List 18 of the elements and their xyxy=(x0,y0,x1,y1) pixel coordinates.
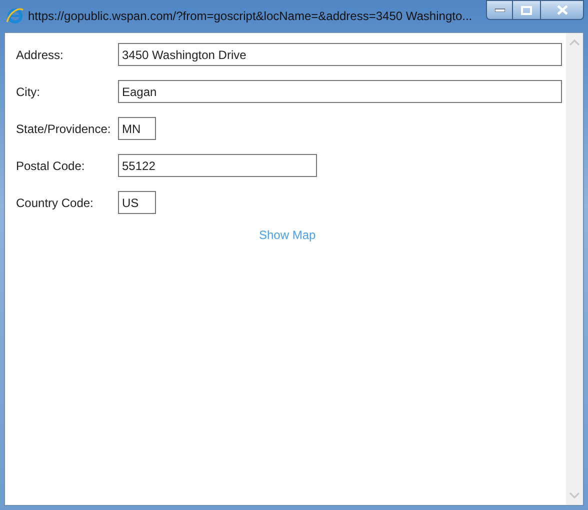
close-icon xyxy=(556,5,568,15)
maximize-button[interactable] xyxy=(513,0,540,20)
minimize-button[interactable] xyxy=(486,0,513,20)
field-label: State/Providence: xyxy=(16,120,112,138)
text-field[interactable]: US xyxy=(118,191,156,214)
minimize-icon xyxy=(494,8,504,12)
text-field[interactable]: 55122 xyxy=(118,154,317,177)
field-label: City: xyxy=(16,84,41,100)
field-label: Postal Code: xyxy=(16,158,86,174)
text-field[interactable]: Eagan xyxy=(118,80,562,103)
text-field[interactable]: MN xyxy=(118,117,156,140)
maximize-icon xyxy=(521,6,532,14)
browser-logo-icon xyxy=(6,7,24,25)
close-button[interactable] xyxy=(540,0,584,20)
window-title: https://gopublic.wspan.com/?from=goscript&locName=&address=3450 Washingto... xyxy=(28,8,472,25)
field-label: Address: xyxy=(16,46,64,64)
field-label: Country Code: xyxy=(16,194,94,212)
text-field[interactable]: 3450 Washington Drive xyxy=(118,43,562,66)
